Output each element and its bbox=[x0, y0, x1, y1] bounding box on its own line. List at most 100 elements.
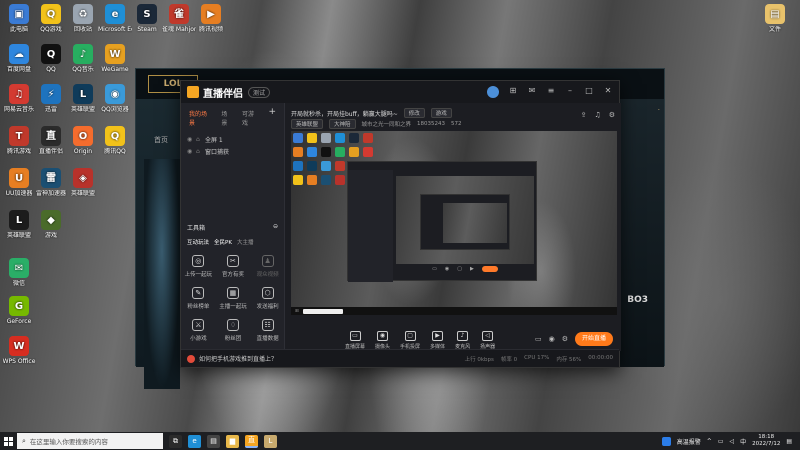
add-scene-icon[interactable]: + bbox=[268, 108, 276, 127]
lock-icon[interactable]: ⌂ bbox=[196, 148, 203, 155]
chevron-up-icon[interactable]: ^ bbox=[707, 438, 712, 445]
toolbox-item[interactable]: ♢ 粉丝团 bbox=[216, 319, 251, 342]
app-icon: S bbox=[137, 4, 157, 24]
eye-icon[interactable]: ◉ bbox=[187, 148, 194, 155]
preview-app-icon bbox=[307, 175, 317, 185]
desktop-icon[interactable]: ♪ QQ音乐 bbox=[66, 44, 100, 73]
desktop-icon[interactable]: e Microsoft Edge bbox=[98, 4, 132, 33]
message-icon[interactable]: ✉ bbox=[527, 86, 537, 96]
tray-label[interactable]: 高温报警 bbox=[677, 437, 701, 446]
desktop-icon[interactable]: ▣ 此电脑 bbox=[2, 4, 36, 33]
network-icon[interactable]: ▭ bbox=[718, 438, 724, 445]
desktop-icon[interactable]: L 英雄联盟 bbox=[2, 210, 36, 239]
toolbox-item[interactable]: ▦ 主播一起玩 bbox=[216, 287, 251, 310]
tab-scenes[interactable]: 场景 bbox=[221, 109, 233, 127]
tab-my-scenes[interactable]: 我的场景 bbox=[189, 109, 212, 127]
bell-icon[interactable]: ♫ bbox=[594, 111, 600, 119]
desktop-icon[interactable]: ⚡ 迅雷 bbox=[34, 84, 68, 113]
desktop-icon[interactable]: T 腾讯游戏 bbox=[2, 126, 36, 155]
toolbox-item[interactable]: ✎ 粉丝榜单 bbox=[181, 287, 216, 310]
preview-app-icon bbox=[349, 133, 359, 143]
source-tool-button[interactable]: ▶ 多媒体 bbox=[430, 330, 445, 350]
edit-title-button[interactable]: 修改 bbox=[403, 108, 425, 118]
visibility-icon[interactable]: ◉ bbox=[549, 335, 555, 343]
taskbar-app-task-view[interactable]: ⧉ bbox=[169, 434, 182, 448]
minimize-icon[interactable]: – bbox=[565, 86, 575, 96]
toolbox-tab[interactable]: 互动玩法 bbox=[187, 238, 209, 246]
toolbox-tab[interactable]: 全民PK bbox=[214, 238, 232, 246]
desktop-icon[interactable]: L 英雄联盟 bbox=[66, 84, 100, 113]
desktop-icon[interactable]: ▶ 腾讯视频 bbox=[194, 4, 228, 33]
toolbox-more-icon[interactable]: ⊖ bbox=[273, 223, 278, 232]
desktop-icon[interactable]: W WPS Office bbox=[2, 336, 36, 365]
toolbox-item[interactable]: ☷ 直播数据 bbox=[250, 319, 285, 342]
lock-icon[interactable]: ⌂ bbox=[196, 136, 203, 143]
taskbar-app-edge[interactable]: e bbox=[188, 434, 201, 448]
desktop-icon[interactable]: Q QQ游戏 bbox=[34, 4, 68, 33]
taskbar-search-input[interactable]: ⌕ 在这里输入你要搜索的内容 bbox=[17, 433, 163, 449]
toolbox-item[interactable]: ◎ 上传一起玩 bbox=[181, 255, 216, 278]
eye-icon[interactable]: ◉ bbox=[187, 136, 194, 143]
gift-icon[interactable]: ⊞ bbox=[508, 86, 518, 96]
tray-app-icon[interactable] bbox=[661, 436, 671, 446]
desktop-icon[interactable]: 雷雷神加速器 bbox=[34, 168, 68, 197]
toolbox-item[interactable]: ♟ 观众视频 bbox=[250, 255, 285, 278]
sub-tag[interactable]: 大神陪 bbox=[329, 119, 356, 129]
settings-gear-icon[interactable]: ⚙ bbox=[562, 335, 568, 343]
game-sidebar-label[interactable]: 首页 bbox=[154, 135, 168, 145]
desktop-icon[interactable]: Q 腾讯QQ bbox=[98, 126, 132, 155]
scene-item[interactable]: ◉ ⌂ 全屏 1 bbox=[181, 133, 284, 145]
notification-icon[interactable]: ▤ bbox=[786, 438, 792, 445]
clock[interactable]: 18:18 2022/7/12 bbox=[752, 434, 780, 448]
desktop-icon[interactable]: ◆ 游戏 bbox=[34, 210, 68, 239]
desktop-icon[interactable]: ◈ 英雄联盟 bbox=[66, 168, 100, 197]
taskbar-app-lol[interactable]: L bbox=[264, 434, 277, 448]
source-tool-button[interactable]: ◉ 摄像头 bbox=[375, 330, 390, 350]
menu-icon[interactable]: ≡ bbox=[546, 86, 556, 96]
desktop-icon[interactable]: ✉ 微信 bbox=[2, 258, 36, 287]
taskbar-app-explorer[interactable]: ▆ bbox=[226, 434, 239, 448]
live-preview[interactable]: ▭ ◉ ▢ ▶ ⊞ bbox=[291, 131, 617, 315]
ime-icon[interactable]: 中 bbox=[740, 437, 746, 446]
desktop-icon[interactable]: ◉ QQ浏览器 bbox=[98, 84, 132, 113]
desktop-icon[interactable]: G GeForce bbox=[2, 296, 36, 325]
volume-icon[interactable]: ◁ bbox=[729, 438, 734, 445]
status-tip[interactable]: 如何把手机游戏推到直播上？ bbox=[199, 354, 277, 363]
toolbox-item[interactable]: ⬡ 发送福利 bbox=[250, 287, 285, 310]
start-button[interactable] bbox=[0, 432, 16, 450]
desktop-icon[interactable]: 雀雀魂 Mahjong bbox=[162, 4, 196, 33]
settings-icon[interactable]: ⚙ bbox=[609, 111, 615, 119]
scene-item[interactable]: ◉ ⌂ 窗口捕获 bbox=[181, 145, 284, 157]
avatar[interactable] bbox=[487, 86, 499, 98]
desktop-icon[interactable]: ♫ 网易云音乐 bbox=[2, 84, 36, 113]
source-tool-button[interactable]: ▭ 直播屏幕 bbox=[345, 330, 365, 350]
taskbar-app-live[interactable]: 直 bbox=[245, 434, 258, 448]
desktop-icon[interactable]: ☁ 百度网盘 bbox=[2, 44, 36, 73]
desktop-icon[interactable]: Q QQ bbox=[34, 44, 68, 73]
desktop-icon[interactable]: S Steam bbox=[130, 4, 164, 33]
toolbox-item[interactable]: ✂ 官方有奖 bbox=[216, 255, 251, 278]
toolbox-tab[interactable]: 大主播 bbox=[237, 238, 254, 246]
source-tool-button[interactable]: ▢ 手机投屏 bbox=[400, 330, 420, 350]
close-icon[interactable]: ✕ bbox=[603, 86, 613, 96]
toolbox-item[interactable]: ⚔ 小游戏 bbox=[181, 319, 216, 342]
maximize-icon[interactable]: □ bbox=[584, 86, 594, 96]
share-icon[interactable]: ⇪ bbox=[581, 111, 587, 119]
stream-title[interactable]: 开局就秒杀，开局挂buff，躺赢大腿吗~ bbox=[291, 109, 398, 118]
desktop-icon[interactable]: 直直播伴侣 bbox=[34, 126, 68, 155]
desktop-icon[interactable]: O Origin bbox=[66, 126, 100, 155]
source-tool-button[interactable]: ◁ 扬声器 bbox=[480, 330, 495, 350]
desktop-icon[interactable]: W WeGame bbox=[98, 44, 132, 73]
tab-games[interactable]: 可游戏 bbox=[242, 109, 259, 127]
desktop-icon[interactable]: ♻ 回收站 bbox=[66, 4, 100, 33]
start-live-button[interactable]: 开始直播 bbox=[575, 332, 613, 346]
camera-toggle-icon[interactable]: ▭ bbox=[535, 335, 542, 343]
game-tag[interactable]: 英雄联盟 bbox=[291, 119, 324, 129]
desktop-icon[interactable]: U UU加速器 bbox=[2, 168, 36, 197]
category-select[interactable]: 游戏 bbox=[430, 108, 452, 118]
source-tool-button[interactable]: ♪ 麦克风 bbox=[455, 330, 470, 350]
taskbar-app-store[interactable]: ▤ bbox=[207, 434, 220, 448]
preview-app-icon bbox=[321, 175, 331, 185]
desktop-icon[interactable]: ▤ 文件 bbox=[758, 4, 792, 33]
search-icon: ⌕ bbox=[22, 436, 26, 445]
